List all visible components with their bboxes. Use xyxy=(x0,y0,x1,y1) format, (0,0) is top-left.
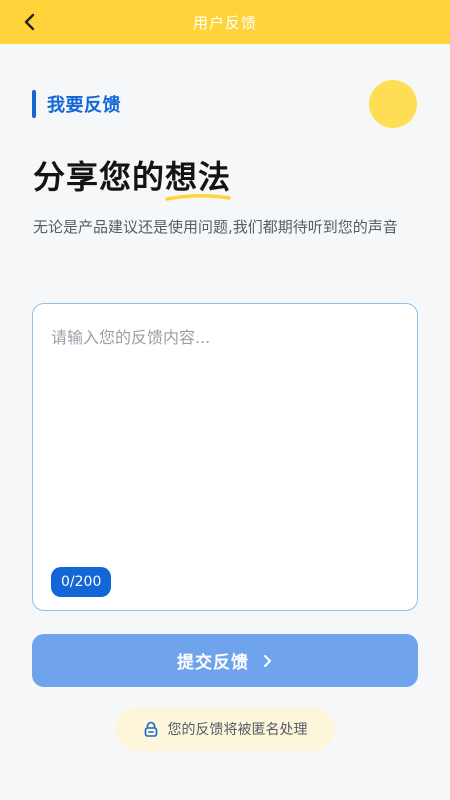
char-counter: 0/200 xyxy=(51,567,112,597)
feedback-input[interactable] xyxy=(51,324,401,554)
decorative-circle xyxy=(369,80,417,128)
page-title: 用户反馈 xyxy=(192,13,257,32)
chevron-right-icon xyxy=(263,654,273,668)
submit-button[interactable]: 提交反馈 xyxy=(32,634,418,687)
headline: 分享您的想法 xyxy=(33,152,232,201)
section-header: 我要反馈 xyxy=(32,89,121,119)
chevron-left-icon xyxy=(24,13,35,31)
headline-highlight-text: 想法 xyxy=(165,158,232,196)
subtitle: 无论是产品建议还是使用问题,我们都期待听到您的声音 xyxy=(33,218,398,236)
submit-label: 提交反馈 xyxy=(177,653,249,673)
accent-bar xyxy=(32,90,36,118)
notice-text: 您的反馈将被匿名处理 xyxy=(167,722,308,738)
headline-highlight: 想法 xyxy=(165,152,232,201)
headline-text: 分享您的 xyxy=(33,158,166,196)
feedback-textbox: 0/200 xyxy=(32,303,418,611)
top-bar: 用户反馈 xyxy=(0,0,450,44)
back-button[interactable] xyxy=(18,10,42,34)
section-label: 我要反馈 xyxy=(47,95,121,116)
anonymous-notice: 您的反馈将被匿名处理 xyxy=(115,707,335,751)
lock-icon xyxy=(143,721,159,737)
underline-swoosh xyxy=(165,194,231,201)
